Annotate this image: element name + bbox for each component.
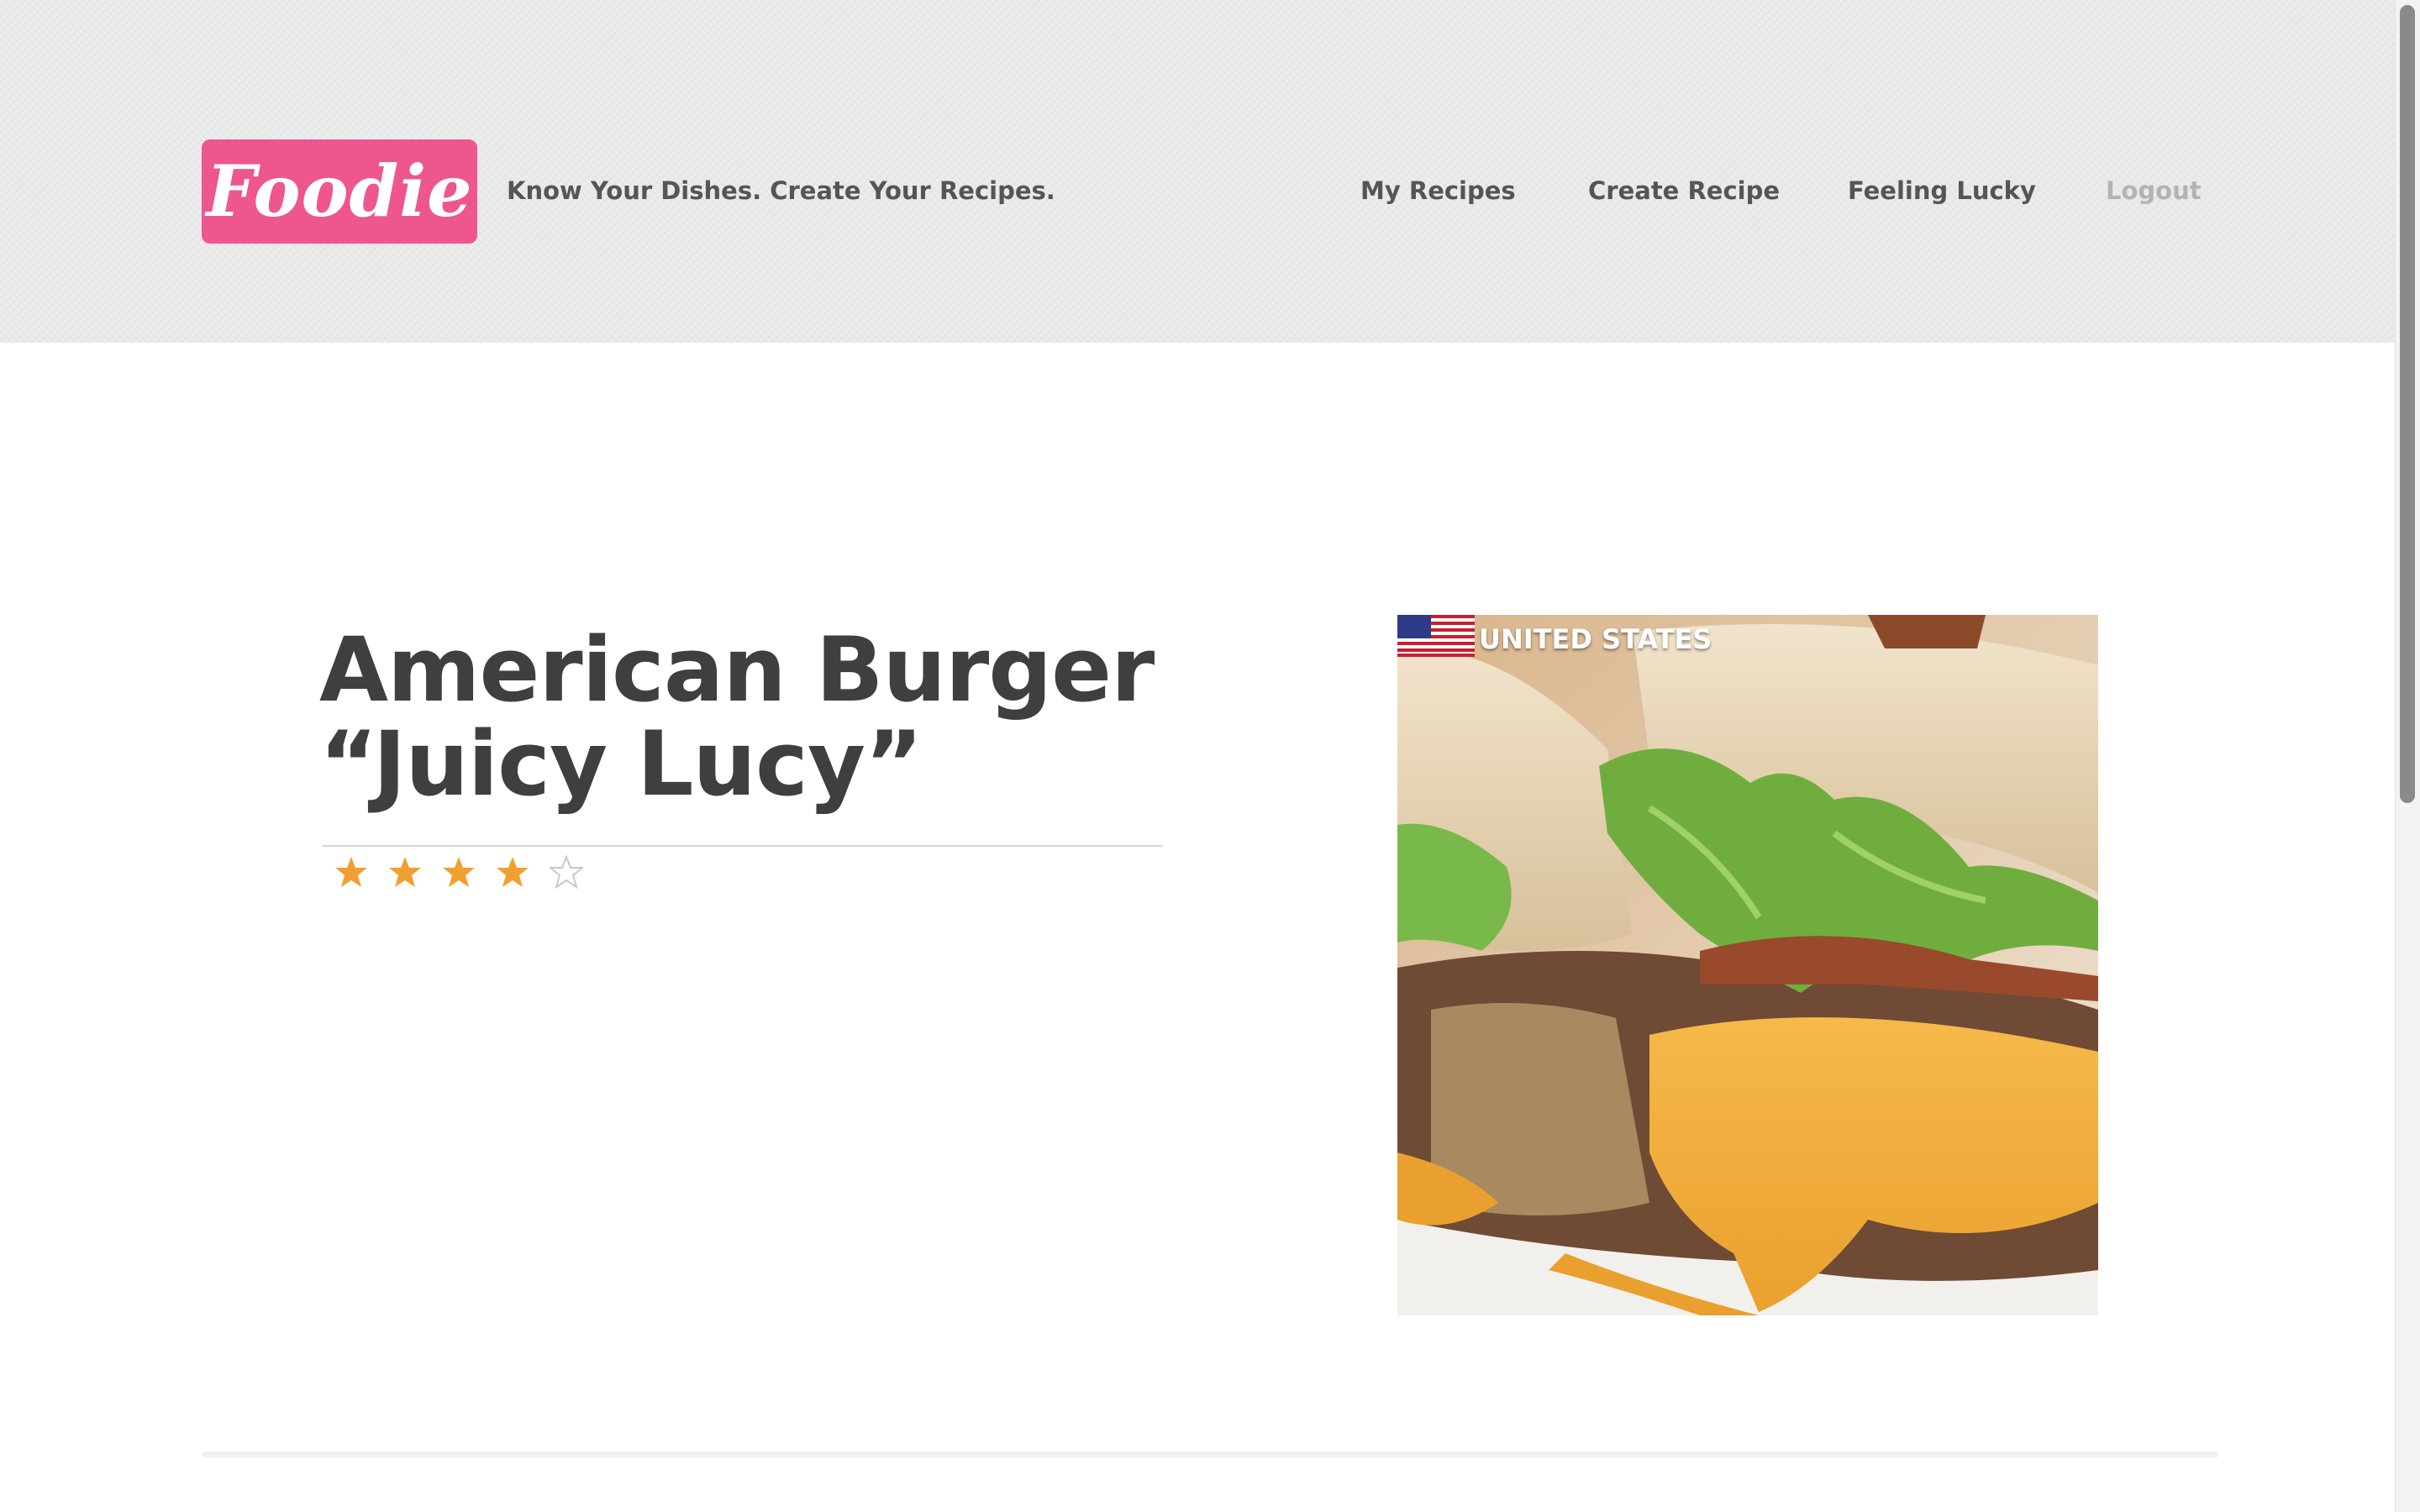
recipe-title-line-1: American Burger — [319, 618, 1155, 722]
nav-feeling-lucky[interactable]: Feeling Lucky — [1848, 173, 2036, 208]
title-divider — [323, 845, 1163, 847]
recipe-title: American Burger “Juicy Lucy” — [319, 623, 1176, 811]
us-flag-icon — [1397, 615, 1475, 657]
star-filled-icon[interactable] — [496, 855, 529, 889]
star-filled-icon[interactable] — [442, 855, 476, 889]
burger-photo-icon — [1397, 615, 2098, 1315]
site-header: Foodie Know Your Dishes. Create Your Rec… — [0, 0, 2395, 343]
site-tagline: Know Your Dishes. Create Your Recipes. — [507, 176, 1055, 205]
star-rating[interactable] — [334, 855, 583, 889]
section-divider — [202, 1452, 2218, 1457]
recipe-title-line-2: “Juicy Lucy” — [319, 712, 923, 816]
nav-my-recipes[interactable]: My Recipes — [1360, 173, 1516, 208]
recipe-image: UNITED STATES — [1397, 615, 2098, 1315]
star-filled-icon[interactable] — [334, 855, 368, 889]
star-empty-icon[interactable] — [550, 855, 583, 889]
scrollbar-thumb[interactable] — [2400, 5, 2415, 803]
nav-logout[interactable]: Logout — [2106, 173, 2202, 208]
image-caption: UNITED STATES — [1479, 623, 1712, 655]
star-filled-icon[interactable] — [388, 855, 422, 889]
nav-create-recipe[interactable]: Create Recipe — [1588, 173, 1780, 208]
foodie-logo[interactable]: Foodie — [202, 139, 477, 244]
